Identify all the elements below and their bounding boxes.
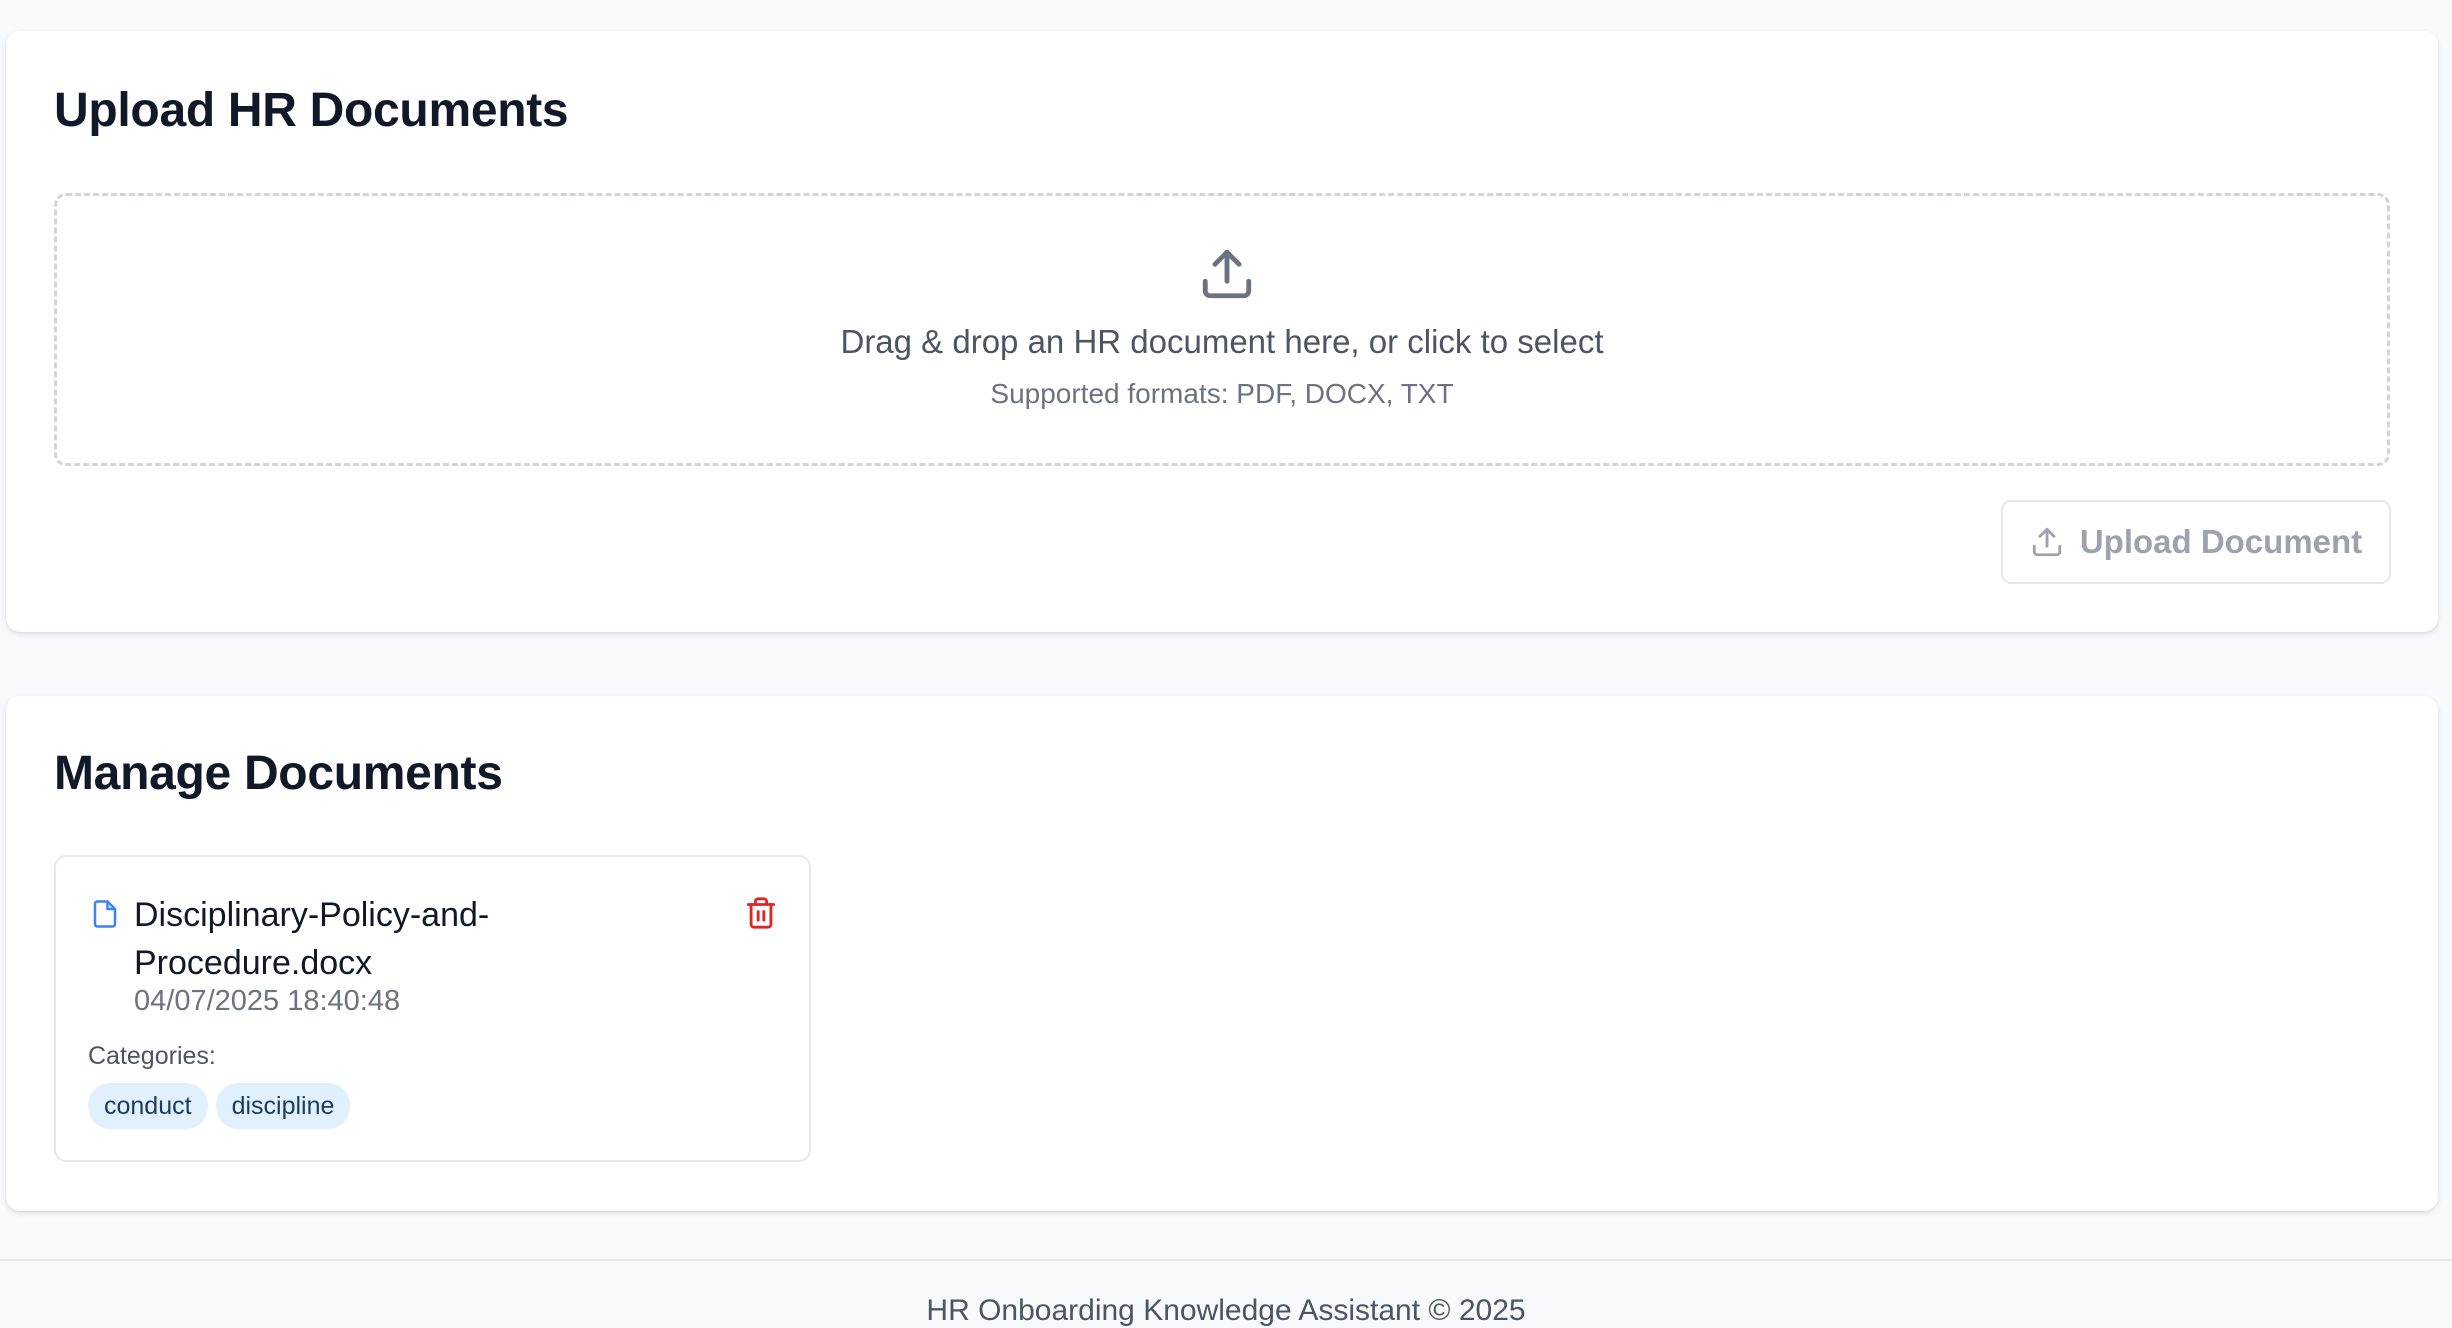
category-tag: conduct [88, 1083, 208, 1129]
categories-label: Categories: [88, 1042, 216, 1070]
upload-card: Upload HR Documents Drag & drop an HR do… [6, 31, 2438, 632]
dropzone-instruction: Drag & drop an HR document here, or clic… [840, 323, 1604, 360]
supported-formats: Supported formats: PDF, DOCX, TXT [990, 378, 1454, 409]
category-tags: conduct discipline [88, 1083, 351, 1129]
upload-button-label: Upload Document [2079, 523, 2363, 560]
upload-title: Upload HR Documents [54, 84, 569, 137]
trash-icon[interactable] [744, 895, 778, 931]
upload-icon [2032, 527, 2061, 557]
file-icon [93, 900, 117, 928]
category-tag: discipline [215, 1083, 351, 1129]
document-card: Disciplinary-Policy-and-Procedure.docx 0… [54, 855, 811, 1162]
document-name: Disciplinary-Policy-and-Procedure.docx [134, 896, 490, 982]
manage-title: Manage Documents [54, 747, 503, 800]
upload-icon [1202, 249, 1252, 299]
upload-document-button[interactable]: Upload Document [2001, 500, 2391, 584]
manage-card: Manage Documents Disciplinary-Policy-and… [6, 696, 2438, 1211]
file-dropzone[interactable]: Drag & drop an HR document here, or clic… [54, 193, 2390, 466]
document-date: 04/07/2025 18:40:48 [134, 985, 401, 1017]
footer-text: HR Onboarding Knowledge Assistant © 2025 [926, 1294, 1526, 1327]
footer-divider [0, 1259, 2452, 1261]
